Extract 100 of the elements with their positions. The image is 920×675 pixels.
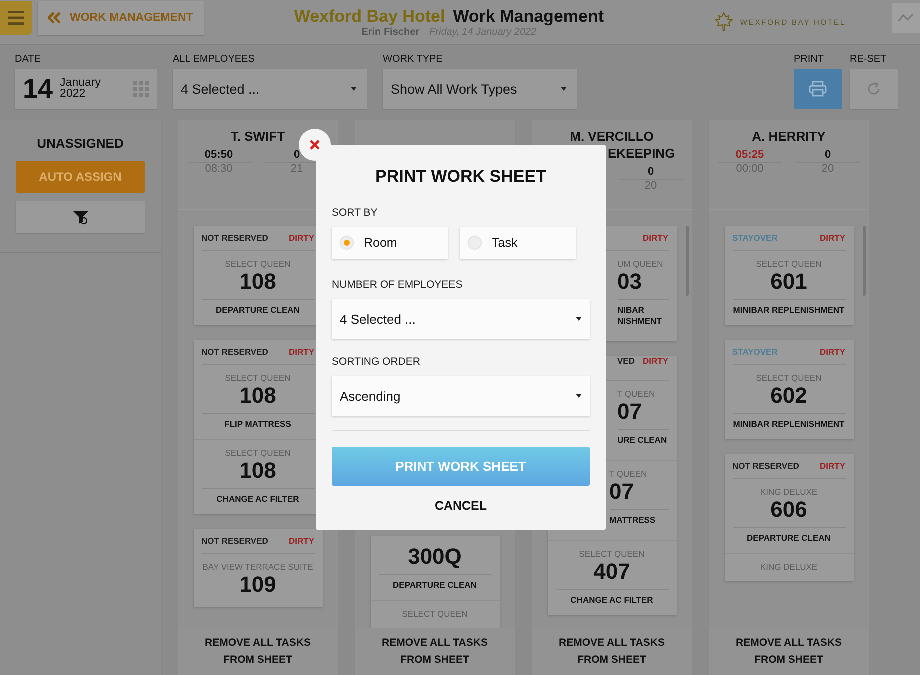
- room-type: SELECT QUEEN: [225, 373, 291, 383]
- task-name: CHANGE AC FILTER: [216, 494, 300, 505]
- work-type-dropdown[interactable]: Show All Work Types: [383, 69, 577, 109]
- reservation-status: NOT RESERVED: [732, 461, 800, 471]
- refresh-icon: [866, 81, 882, 97]
- room-number: 108: [240, 383, 276, 409]
- room-number: 03: [618, 269, 642, 295]
- task-name: NIBAR: [618, 305, 644, 316]
- calendar-grid-icon: [133, 81, 149, 97]
- employee-name: T. SWIFT: [230, 129, 286, 144]
- print-label: PRINT: [794, 54, 825, 65]
- task-name: MINIBAR REPLENISHMENT: [733, 419, 845, 430]
- cancel-button[interactable]: CANCEL: [428, 498, 494, 514]
- task-name: NISHMENT: [618, 316, 662, 327]
- room-number: 108: [240, 269, 276, 295]
- room-number: 602: [770, 383, 808, 409]
- room-card[interactable]: STAYOVER DIRTY SELECT QUEEN 601 MINIBAR REPLENISHMENT: [724, 226, 854, 325]
- caret-icon: [351, 87, 357, 91]
- room-type: SELECT QUEEN: [756, 373, 822, 383]
- employees-dropdown[interactable]: 4 Selected ...: [173, 69, 367, 109]
- room-type: SELECT QUEEN: [225, 448, 291, 458]
- room-condition: DIRTY: [289, 347, 314, 357]
- room-type: T QUEEN: [618, 389, 656, 399]
- room-condition: DIRTY: [289, 233, 314, 243]
- maple-leaf-icon: [714, 12, 734, 32]
- date-label: DATE: [15, 54, 42, 65]
- menu-icon: [8, 11, 24, 25]
- room-condition: DIRTY: [643, 233, 668, 243]
- room-type: SELECT QUEEN: [579, 549, 645, 559]
- reservation-status: STAYOVER: [732, 347, 778, 357]
- task-name: FLIP MATTRESS: [224, 419, 292, 430]
- filter-button[interactable]: [16, 201, 145, 233]
- task-name: DEPARTURE CLEAN: [747, 533, 831, 544]
- room-condition: DIRTY: [820, 233, 846, 243]
- room-number: 108: [240, 458, 276, 484]
- reservation-status: NOT RESERVED: [202, 233, 268, 243]
- room-card[interactable]: NOT RESERVED DIRTY KING DELUXE 606 DEPARTURE CLEAN KING DELUXE: [724, 454, 854, 581]
- employees-count-label: NUMBER OF EMPLOYEES: [332, 279, 464, 291]
- double-chevron-icon: [48, 12, 62, 24]
- reservation-status: STAYOVER: [732, 233, 778, 243]
- printer-icon: [809, 81, 827, 97]
- sort-option[interactable]: Task: [460, 227, 576, 259]
- close-icon: [310, 140, 320, 150]
- funnel-icon: [72, 210, 88, 224]
- work-type-label: WORK TYPE: [383, 54, 444, 65]
- stat-value: 0: [796, 149, 860, 163]
- room-type: UM QUEEN: [618, 259, 664, 269]
- month-text: January: [60, 78, 102, 89]
- sort-option[interactable]: Room: [332, 227, 448, 259]
- sort-by-label: SORT BY: [332, 207, 379, 219]
- dialog-title: PRINT WORK SHEET: [374, 167, 548, 187]
- chart-button[interactable]: [892, 3, 920, 33]
- caret-icon: [576, 317, 582, 321]
- room-type: KING DELUXE: [760, 562, 818, 572]
- task-name: CHANGE AC FILTER: [570, 595, 654, 606]
- stat-value: 0: [619, 166, 683, 180]
- task-name: DEPARTURE CLEAN: [393, 580, 477, 591]
- stat-value: 05:50: [187, 149, 251, 163]
- room-card[interactable]: NOT RESERVED DIRTY BAY VIEW TERRACE SUITE 109: [194, 529, 322, 607]
- room-number: 601: [770, 269, 808, 295]
- sorting-order-select[interactable]: Ascending: [332, 376, 590, 416]
- reservation-status: VED: [618, 356, 635, 366]
- room-card[interactable]: STAYOVER DIRTY SELECT QUEEN 602 MINIBAR REPLENISHMENT: [724, 340, 854, 439]
- year-text: 2022: [60, 89, 86, 100]
- employee-role: EKEEPING: [607, 146, 676, 161]
- stat-value: 05:25: [718, 149, 782, 163]
- room-condition: DIRTY: [820, 461, 846, 471]
- room-card[interactable]: 300Q DEPARTURE CLEAN SELECT QUEEN: [370, 536, 500, 628]
- room-number: 300Q: [408, 544, 462, 570]
- room-condition: DIRTY: [820, 347, 846, 357]
- menu-button[interactable]: [0, 1, 32, 35]
- room-type: SELECT QUEEN: [225, 259, 291, 269]
- caret-icon: [576, 394, 582, 398]
- room-type: T QUEEN: [610, 469, 648, 479]
- unassigned-title: UNASSIGNED: [37, 136, 124, 151]
- room-type: BAY VIEW TERRACE SUITE: [202, 562, 314, 572]
- room-type: KING DELUXE: [760, 487, 818, 497]
- room-type: SELECT QUEEN: [402, 609, 468, 619]
- task-name: URE CLEAN: [618, 435, 668, 446]
- room-number: 109: [240, 572, 276, 598]
- room-number: 606: [770, 497, 808, 523]
- reservation-status: NOT RESERVED: [202, 536, 268, 546]
- caret-icon: [561, 87, 567, 91]
- reset-label: RE-SET: [850, 54, 888, 65]
- room-number: 407: [594, 559, 630, 585]
- employees-select[interactable]: 4 Selected ...: [332, 299, 590, 339]
- line-chart-icon: [898, 12, 914, 24]
- room-condition: DIRTY: [289, 536, 314, 546]
- page-title: Work Management: [453, 6, 604, 26]
- employees-label: ALL EMPLOYEES: [173, 54, 256, 65]
- sorting-order-label: SORTING ORDER: [332, 356, 422, 368]
- reservation-status: NOT RESERVED: [202, 347, 268, 357]
- day-number: 14: [23, 74, 54, 104]
- print-button[interactable]: [794, 69, 842, 109]
- room-type: SELECT QUEEN: [756, 259, 822, 269]
- hotel-name: Wexford Bay Hotel: [294, 6, 446, 26]
- task-name: MATTRESS: [610, 515, 656, 526]
- employee-name: M. VERCILLO: [570, 129, 654, 144]
- reset-button[interactable]: [850, 69, 898, 109]
- room-number: 07: [610, 479, 634, 505]
